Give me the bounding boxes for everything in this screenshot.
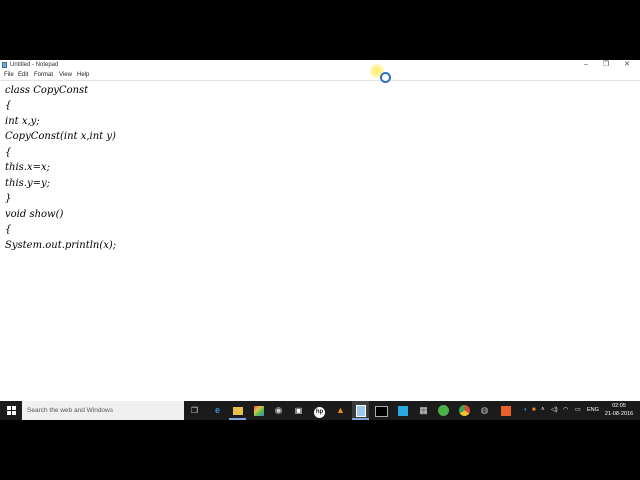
search-box[interactable]: Search the web and Windows (22, 401, 184, 420)
code-line: { (5, 147, 12, 158)
menu-file[interactable]: File (4, 71, 14, 79)
utorrent-icon[interactable] (437, 404, 450, 417)
menu-bar: File Edit Format View Help (0, 70, 640, 80)
vlc-icon[interactable]: ▲ (334, 404, 347, 417)
title-bar[interactable]: Untitled - Notepad ‒ ❐ ✕ (0, 60, 640, 70)
tray-app-icon[interactable]: ◐ (524, 405, 528, 415)
volume-icon[interactable]: ◁) (551, 405, 558, 415)
window-title: Untitled - Notepad (10, 62, 59, 68)
menu-help[interactable]: Help (77, 71, 89, 79)
windows-logo-icon (7, 406, 16, 415)
maximize-button[interactable]: ❐ (596, 60, 616, 70)
webcam-icon[interactable]: ◉ (272, 404, 285, 417)
start-button[interactable] (0, 401, 22, 420)
code-line: this.x=x; (5, 162, 50, 173)
photos-icon[interactable] (396, 404, 409, 417)
code-line: } (5, 193, 12, 204)
search-placeholder: Search the web and Windows (27, 407, 113, 414)
notepad-icon[interactable] (354, 404, 367, 417)
letterbox-top (0, 0, 640, 60)
code-line: int x,y; (5, 116, 40, 127)
code-line: CopyConst(int x,int y) (5, 131, 116, 142)
store-icon[interactable]: ▣ (292, 404, 305, 417)
office-icon[interactable] (499, 404, 512, 417)
mouse-cursor-icon (380, 72, 391, 83)
taskbar: Search the web and Windows ❐ e ◉ ▣ hp ▲ … (0, 401, 640, 420)
code-line: this.y=y; (5, 178, 51, 189)
code-line: class CopyConst (5, 85, 89, 96)
paint-icon[interactable] (252, 404, 265, 417)
cmd-icon[interactable] (375, 404, 388, 417)
edge-icon[interactable]: e (211, 404, 224, 417)
browser-icon[interactable]: ◍ (478, 404, 491, 417)
menu-view[interactable]: View (59, 71, 72, 79)
clock-time: 02:05 (612, 403, 626, 409)
task-view-icon[interactable]: ❐ (188, 404, 201, 417)
wifi-icon[interactable]: ◠ (563, 405, 568, 415)
text-editor[interactable]: class CopyConst { int x,y; CopyConst(int… (0, 80, 640, 401)
battery-icon[interactable]: ▭ (575, 405, 581, 415)
code-line: void show() (5, 209, 64, 220)
chrome-icon[interactable] (458, 404, 471, 417)
notepad-window: Untitled - Notepad ‒ ❐ ✕ File Edit Forma… (0, 60, 640, 401)
menu-format[interactable]: Format (34, 71, 53, 79)
code-line: { (5, 100, 12, 111)
hp-icon[interactable]: hp (313, 404, 326, 418)
show-hidden-icons-icon[interactable]: ˄ (541, 405, 545, 415)
code-line: { (5, 224, 12, 235)
menu-edit[interactable]: Edit (18, 71, 28, 79)
language-indicator[interactable]: ENG (587, 405, 599, 415)
system-clock[interactable]: 02:05 21-08-2016 (600, 402, 638, 418)
letterbox-bottom (0, 420, 640, 480)
code-line: System.out.println(x); (5, 240, 117, 251)
clock-date: 21-08-2016 (604, 411, 634, 417)
file-explorer-icon[interactable] (231, 404, 244, 417)
close-button[interactable]: ✕ (617, 60, 637, 70)
calculator-icon[interactable]: ▦ (417, 404, 430, 417)
minimize-button[interactable]: ‒ (576, 60, 596, 70)
notepad-app-icon (2, 62, 7, 68)
tray-notification-icon[interactable]: ■ (532, 405, 536, 415)
